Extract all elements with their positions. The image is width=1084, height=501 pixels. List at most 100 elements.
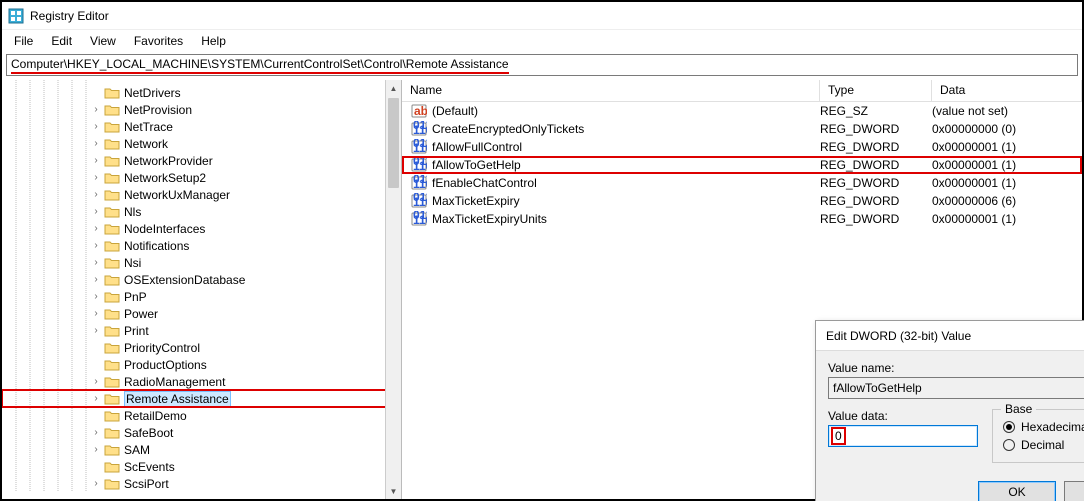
value-name: fAllowFullControl — [432, 140, 820, 154]
list-row[interactable]: 011110CreateEncryptedOnlyTicketsREG_DWOR… — [402, 120, 1082, 138]
tree-item[interactable]: ScEvents — [2, 458, 401, 475]
value-list[interactable]: Name Type Data ab(Default)REG_SZ(value n… — [402, 80, 1082, 499]
svg-text:ab: ab — [414, 104, 427, 118]
folder-icon — [104, 290, 120, 304]
list-row[interactable]: 011110MaxTicketExpiryUnitsREG_DWORD0x000… — [402, 210, 1082, 228]
expander-icon[interactable]: › — [90, 325, 102, 337]
tree-item[interactable]: › OSExtensionDatabase — [2, 271, 401, 288]
value-data: 0x00000001 (1) — [932, 212, 1082, 226]
expander-icon[interactable]: › — [90, 121, 102, 133]
menu-file[interactable]: File — [6, 32, 41, 50]
expander-icon[interactable]: › — [90, 274, 102, 286]
value-name: (Default) — [432, 104, 820, 118]
tree-item[interactable]: ›Notifications — [2, 237, 401, 254]
header-name[interactable]: Name — [402, 80, 820, 101]
tree-item[interactable]: ›Nsi — [2, 254, 401, 271]
expander-icon[interactable]: › — [90, 257, 102, 269]
list-row[interactable]: 011110fAllowToGetHelpREG_DWORD0x00000001… — [402, 156, 1082, 174]
scroll-down-icon[interactable]: ▼ — [386, 483, 401, 499]
tree-item[interactable]: NetDrivers — [2, 84, 401, 101]
folder-icon — [104, 86, 120, 100]
scroll-up-icon[interactable]: ▲ — [386, 80, 401, 96]
menu-favorites[interactable]: Favorites — [126, 32, 191, 50]
tree-item[interactable]: ›NetworkSetup2 — [2, 169, 401, 186]
address-bar[interactable]: Computer\HKEY_LOCAL_MACHINE\SYSTEM\Curre… — [6, 54, 1078, 76]
radio-dot-icon — [1003, 439, 1015, 451]
folder-icon — [104, 239, 120, 253]
expander-icon[interactable]: › — [90, 444, 102, 456]
folder-icon — [104, 171, 120, 185]
tree-item[interactable]: ›NetworkUxManager — [2, 186, 401, 203]
expander-icon[interactable]: › — [90, 376, 102, 388]
expander-icon[interactable]: › — [90, 155, 102, 167]
value-name-field[interactable]: fAllowToGetHelp — [828, 377, 1084, 399]
reg-dword-icon: 011110 — [410, 175, 428, 191]
tree-item-label: NetProvision — [124, 103, 192, 117]
tree-item[interactable]: ›SAM — [2, 441, 401, 458]
folder-icon — [104, 341, 120, 355]
tree-item[interactable]: › Remote Assistance — [2, 390, 401, 407]
tree-item[interactable]: RetailDemo — [2, 407, 401, 424]
tree-item[interactable]: ›NodeInterfaces — [2, 220, 401, 237]
expander-icon[interactable]: › — [90, 427, 102, 439]
expander-icon[interactable]: › — [90, 291, 102, 303]
list-row[interactable]: 011110fEnableChatControlREG_DWORD0x00000… — [402, 174, 1082, 192]
radio-hexadecimal[interactable]: Hexadecimal — [1003, 420, 1084, 434]
folder-icon — [104, 137, 120, 151]
value-name: fEnableChatControl — [432, 176, 820, 190]
tree-item[interactable]: ›Print — [2, 322, 401, 339]
expander-icon[interactable]: › — [90, 223, 102, 235]
menu-view[interactable]: View — [82, 32, 124, 50]
base-groupbox: Base Hexadecimal Decimal — [992, 409, 1084, 463]
menu-help[interactable]: Help — [193, 32, 234, 50]
ok-label: OK — [1008, 485, 1025, 499]
expander-icon[interactable]: › — [90, 138, 102, 150]
value-type: REG_DWORD — [820, 158, 932, 172]
tree-item-label: PnP — [124, 290, 147, 304]
expander-icon[interactable]: › — [90, 206, 102, 218]
tree-item-label: Remote Assistance — [124, 391, 231, 407]
header-type[interactable]: Type — [820, 80, 932, 101]
cancel-button[interactable]: Cancel — [1064, 481, 1084, 501]
folder-icon — [104, 426, 120, 440]
tree-item[interactable]: ›NetTrace — [2, 118, 401, 135]
dialog-titlebar[interactable]: Edit DWORD (32-bit) Value ✕ — [816, 321, 1084, 351]
address-path: Computer\HKEY_LOCAL_MACHINE\SYSTEM\Curre… — [11, 57, 509, 74]
list-row[interactable]: ab(Default)REG_SZ(value not set) — [402, 102, 1082, 120]
registry-tree[interactable]: NetDrivers›NetProvision›NetTrace›Network… — [2, 80, 402, 499]
tree-item[interactable]: ›NetworkProvider — [2, 152, 401, 169]
tree-item-label: Power — [124, 307, 158, 321]
value-data: 0x00000001 (1) — [932, 140, 1082, 154]
list-row[interactable]: 011110fAllowFullControlREG_DWORD0x000000… — [402, 138, 1082, 156]
tree-item[interactable]: ›ScsiPort — [2, 475, 401, 492]
tree-item[interactable]: ›RadioManagement — [2, 373, 401, 390]
tree-scrollbar[interactable]: ▲ ▼ — [385, 80, 401, 499]
tree-item[interactable]: ›Network — [2, 135, 401, 152]
folder-icon — [104, 103, 120, 117]
tree-item-label: OSExtensionDatabase — [124, 273, 245, 287]
tree-item[interactable]: › Nls — [2, 203, 401, 220]
value-name-label: Value name: — [828, 361, 1084, 375]
scroll-thumb[interactable] — [388, 98, 399, 188]
expander-icon[interactable]: › — [90, 240, 102, 252]
expander-icon[interactable]: › — [90, 104, 102, 116]
radio-decimal[interactable]: Decimal — [1003, 438, 1084, 452]
ok-button[interactable]: OK — [978, 481, 1056, 501]
expander-icon[interactable]: › — [90, 189, 102, 201]
tree-item[interactable]: ›SafeBoot — [2, 424, 401, 441]
menu-edit[interactable]: Edit — [43, 32, 80, 50]
tree-item[interactable]: ProductOptions — [2, 356, 401, 373]
header-data[interactable]: Data — [932, 80, 1082, 101]
value-type: REG_SZ — [820, 104, 932, 118]
tree-item[interactable]: PriorityControl — [2, 339, 401, 356]
expander-icon[interactable]: › — [90, 478, 102, 490]
expander-icon[interactable]: › — [90, 393, 102, 405]
list-row[interactable]: 011110MaxTicketExpiryREG_DWORD0x00000006… — [402, 192, 1082, 210]
tree-item[interactable]: › Power — [2, 305, 401, 322]
tree-item-label: Nls — [124, 205, 141, 219]
value-data-field[interactable]: 0 — [828, 425, 978, 447]
expander-icon[interactable]: › — [90, 172, 102, 184]
tree-item[interactable]: › PnP — [2, 288, 401, 305]
expander-icon[interactable]: › — [90, 308, 102, 320]
tree-item[interactable]: › NetProvision — [2, 101, 401, 118]
